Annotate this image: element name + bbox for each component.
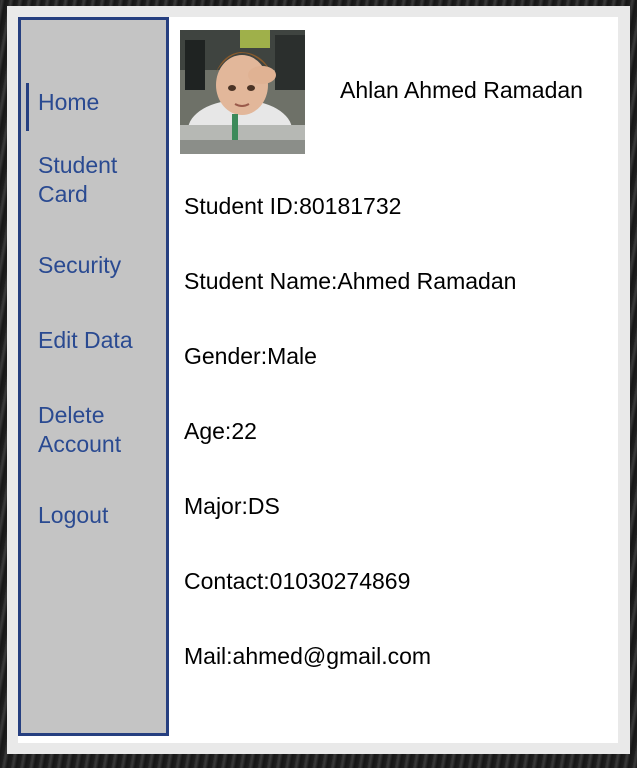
sidebar-item-student-card[interactable]: Student Card: [38, 151, 117, 209]
sidebar-item-security[interactable]: Security: [38, 251, 121, 280]
sidebar: Home Student Card Security Edit Data Del…: [18, 17, 169, 736]
profile-photo-image: [180, 30, 305, 154]
student-id-field: Student ID:80181732: [184, 193, 402, 219]
greeting-text: Ahlan Ahmed Ramadan: [340, 77, 583, 103]
major-field: Major:DS: [184, 493, 280, 519]
profile-photo: [180, 30, 305, 154]
mail-field: Mail:ahmed@gmail.com: [184, 643, 432, 669]
active-indicator: [26, 83, 29, 131]
gender-field: Gender:Male: [184, 343, 317, 369]
age-field: Age:22: [184, 418, 257, 444]
sidebar-item-home[interactable]: Home: [38, 88, 99, 117]
sidebar-item-logout[interactable]: Logout: [38, 501, 108, 530]
sidebar-item-delete-account[interactable]: Delete Account: [38, 401, 121, 459]
sidebar-item-edit-data[interactable]: Edit Data: [38, 326, 133, 355]
contact-field: Contact:01030274869: [184, 568, 411, 594]
student-name-field: Student Name:Ahmed Ramadan: [184, 268, 517, 294]
